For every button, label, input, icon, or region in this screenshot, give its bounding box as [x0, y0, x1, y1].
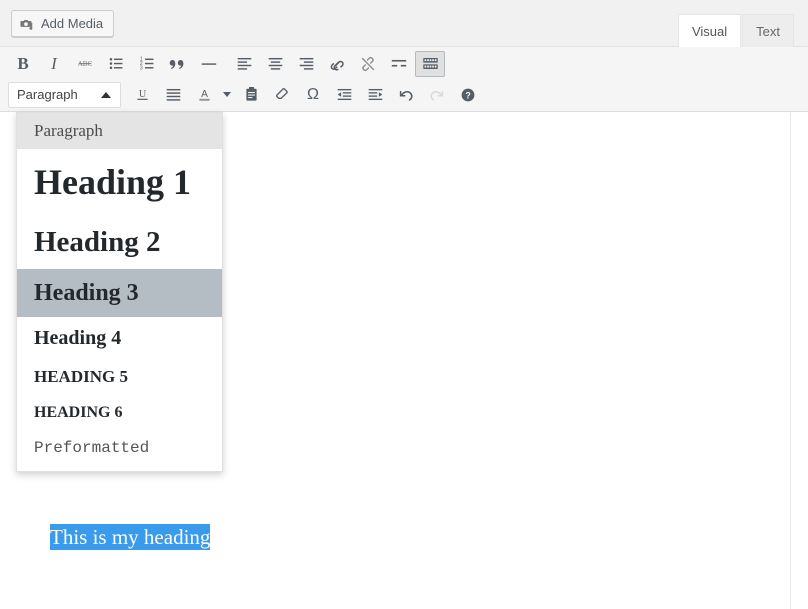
format-menu-item-heading-5[interactable]: HEADING 5: [17, 359, 222, 395]
toggle-toolbar-button[interactable]: [415, 51, 445, 77]
format-menu-item-heading-2[interactable]: Heading 2: [17, 215, 222, 269]
selected-text[interactable]: This is my heading: [50, 524, 210, 550]
numbered-list-icon: 1 2 3: [139, 55, 156, 72]
format-menu-item-heading-6[interactable]: HEADING 6: [17, 395, 222, 431]
align-right-icon: [298, 55, 315, 72]
format-menu-item-heading-4[interactable]: Heading 4: [17, 317, 222, 359]
format-menu-item-paragraph[interactable]: Paragraph: [17, 113, 222, 149]
align-left-icon: [236, 55, 253, 72]
svg-text:U: U: [138, 89, 146, 100]
bold-button[interactable]: B: [8, 51, 38, 77]
keyboard-shortcuts-button[interactable]: ?: [453, 82, 483, 108]
clear-formatting-button[interactable]: [267, 82, 297, 108]
text-color-caret[interactable]: [220, 82, 234, 108]
chevron-up-icon: [101, 92, 111, 98]
remove-link-button[interactable]: [353, 51, 383, 77]
media-bar: Add Media Visual Text: [0, 0, 808, 47]
format-menu-label: Heading 1: [34, 161, 191, 203]
quote-icon: [169, 55, 187, 73]
tab-text[interactable]: Text: [742, 14, 794, 47]
text-color-icon: A: [196, 86, 213, 103]
format-menu-item-preformatted[interactable]: Preformatted: [17, 431, 222, 465]
italic-icon: I: [51, 54, 57, 74]
read-more-button[interactable]: [384, 51, 414, 77]
paste-as-text-button[interactable]: [236, 82, 266, 108]
svg-text:3: 3: [139, 65, 142, 71]
unlink-icon: [359, 55, 377, 73]
redo-icon: [428, 86, 446, 104]
link-icon: [328, 55, 346, 73]
strikethrough-button[interactable]: ABC: [70, 51, 100, 77]
align-justify-icon: [165, 86, 182, 103]
format-dropdown-menu: Paragraph Heading 1 Heading 2 Heading 3 …: [16, 112, 223, 472]
format-menu-label: HEADING 6: [34, 404, 122, 422]
format-select-value: Paragraph: [17, 87, 78, 102]
blockquote-button[interactable]: [163, 51, 193, 77]
bulleted-list-icon: [108, 55, 125, 72]
numbered-list-button[interactable]: 1 2 3: [132, 51, 162, 77]
bold-icon: B: [17, 54, 28, 74]
toolbar-row-2: Paragraph U: [0, 78, 808, 111]
tab-text-label: Text: [756, 24, 780, 39]
undo-button[interactable]: [391, 82, 421, 108]
editor-paragraph[interactable]: This is my heading: [50, 524, 210, 551]
align-right-button[interactable]: [291, 51, 321, 77]
toolbar-row-1: B I ABC: [0, 47, 808, 78]
horizontal-rule-icon: [200, 55, 218, 73]
svg-text:?: ?: [465, 90, 470, 100]
tab-visual[interactable]: Visual: [678, 14, 741, 47]
insert-link-button[interactable]: [322, 51, 352, 77]
format-menu-label: Paragraph: [34, 121, 103, 141]
align-left-button[interactable]: [229, 51, 259, 77]
format-menu-label: Preformatted: [34, 439, 149, 457]
special-character-button[interactable]: Ω: [298, 82, 328, 108]
svg-text:A: A: [201, 89, 208, 100]
undo-icon: [397, 86, 415, 104]
indent-button[interactable]: [360, 82, 390, 108]
format-menu-item-heading-1[interactable]: Heading 1: [17, 149, 222, 215]
outdent-icon: [336, 86, 353, 103]
add-media-label: Add Media: [41, 11, 103, 36]
wordpress-editor: Add Media Visual Text B I ABC: [0, 0, 808, 609]
clipboard-icon: [243, 86, 260, 103]
underline-button[interactable]: U: [127, 82, 157, 108]
format-menu-label: Heading 3: [34, 280, 139, 307]
keyboard-toolbar-icon: [422, 56, 439, 71]
tab-visual-label: Visual: [692, 24, 727, 39]
horizontal-rule-button[interactable]: [194, 51, 224, 77]
format-select-button[interactable]: Paragraph: [8, 82, 121, 108]
format-menu-label: Heading 2: [34, 226, 161, 259]
redo-button[interactable]: [422, 82, 452, 108]
eraser-icon: [274, 86, 291, 103]
format-menu-label: Heading 4: [34, 327, 121, 350]
text-color-button[interactable]: A: [189, 82, 219, 108]
format-menu-label: HEADING 5: [34, 367, 128, 387]
help-question-icon: ?: [460, 87, 476, 103]
outdent-button[interactable]: [329, 82, 359, 108]
align-center-icon: [267, 55, 284, 72]
editor-toolbar: B I ABC: [0, 47, 808, 112]
justify-button[interactable]: [158, 82, 188, 108]
add-media-button[interactable]: Add Media: [11, 10, 114, 37]
omega-icon: Ω: [307, 86, 319, 104]
indent-icon: [367, 86, 384, 103]
strikethrough-icon: ABC: [76, 55, 94, 73]
italic-button[interactable]: I: [39, 51, 69, 77]
read-more-icon: [390, 55, 408, 73]
align-center-button[interactable]: [260, 51, 290, 77]
media-camera-music-icon: [20, 16, 35, 31]
bulleted-list-button[interactable]: [101, 51, 131, 77]
underline-icon: U: [134, 86, 151, 103]
editor-mode-tabs: Visual Text: [678, 14, 794, 47]
format-menu-item-heading-3[interactable]: Heading 3: [17, 269, 222, 317]
